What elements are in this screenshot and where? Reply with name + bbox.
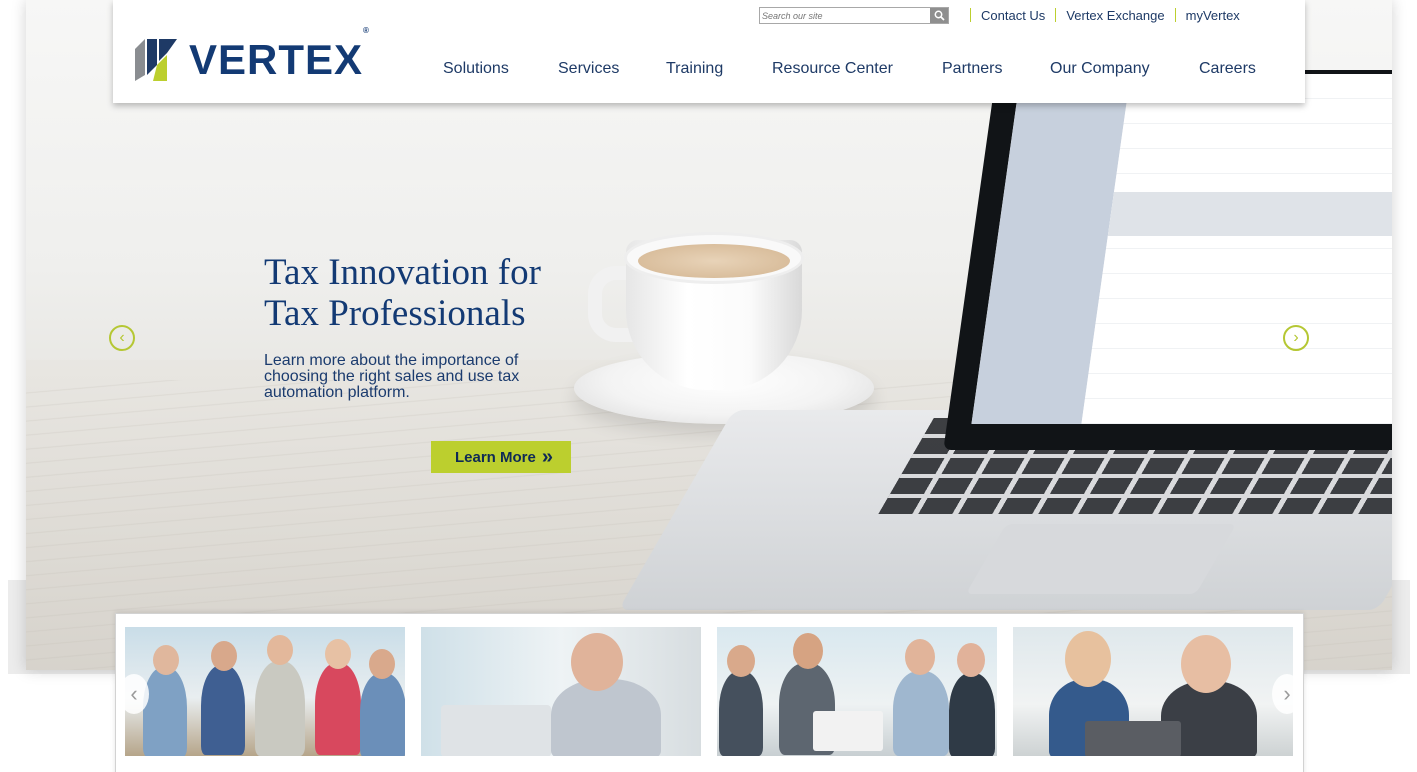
screen-highlight-band	[1107, 192, 1392, 236]
hero-title-line-2: Tax Professionals	[264, 293, 526, 334]
hero-description: Learn more about the importance of choos…	[264, 352, 520, 401]
feature-card-2[interactable]	[421, 627, 701, 756]
laptop-trackpad-image	[965, 524, 1237, 594]
learn-more-label: Learn More	[455, 448, 536, 466]
feature-card-4[interactable]	[1013, 627, 1293, 756]
feature-card-1[interactable]	[125, 627, 405, 756]
utility-divider	[970, 8, 971, 22]
laptop-screen-image	[971, 74, 1392, 424]
search-box	[759, 7, 949, 24]
site-header: VERTEX® Contact Us Vertex Exchange myVer…	[113, 0, 1305, 103]
search-button[interactable]	[930, 8, 948, 23]
carousel-prev-button[interactable]: ‹	[109, 325, 135, 351]
utility-divider	[1174, 8, 1176, 22]
registered-mark: ®	[363, 26, 370, 35]
util-link-contact-us[interactable]: Contact Us	[981, 8, 1045, 23]
feature-strip: ‹ ›	[115, 613, 1304, 772]
feature-card-3[interactable]	[717, 627, 997, 756]
utility-divider	[1055, 8, 1057, 22]
nav-item-training[interactable]: Training	[666, 60, 723, 78]
search-icon	[934, 10, 945, 21]
util-link-vertex-exchange[interactable]: Vertex Exchange	[1066, 8, 1164, 23]
chevron-right-icon: ›	[1293, 329, 1299, 346]
util-link-myvertex[interactable]: myVertex	[1186, 8, 1240, 23]
vertex-logo-text: VERTEX®	[189, 26, 370, 84]
meeting-photo-4	[1013, 627, 1293, 756]
nav-item-partners[interactable]: Partners	[942, 60, 1002, 78]
brand-name: VERTEX	[189, 36, 364, 83]
chevron-left-icon: ‹	[130, 681, 138, 706]
nav-item-solutions[interactable]: Solutions	[443, 60, 509, 78]
carousel-next-button[interactable]: ›	[1283, 325, 1309, 351]
hero-title-line-1: Tax Innovation for	[264, 252, 541, 293]
double-chevron-right-icon: »	[541, 446, 553, 468]
chevron-right-icon: ›	[1283, 681, 1291, 706]
nav-item-resource-center[interactable]: Resource Center	[772, 60, 893, 78]
nav-item-careers[interactable]: Careers	[1199, 60, 1256, 78]
hero-title: Tax Innovation for Tax Professionals	[264, 252, 664, 334]
meeting-photo-1	[125, 627, 405, 756]
search-input[interactable]	[760, 8, 930, 23]
strip-next-button[interactable]: ›	[1272, 674, 1302, 714]
meeting-photo-3	[717, 627, 997, 756]
nav-item-services[interactable]: Services	[558, 60, 619, 78]
vertex-logo-mark-icon	[135, 39, 177, 81]
nav-item-our-company[interactable]: Our Company	[1050, 60, 1150, 78]
chevron-left-icon: ‹	[119, 329, 125, 346]
strip-prev-button[interactable]: ‹	[119, 674, 149, 714]
meeting-photo-2	[421, 627, 701, 756]
vertex-logo[interactable]: VERTEX®	[133, 26, 370, 86]
utility-nav: Contact Us Vertex Exchange myVertex	[960, 5, 1240, 25]
screen-table	[1081, 74, 1392, 424]
learn-more-button[interactable]: Learn More »	[431, 441, 571, 473]
